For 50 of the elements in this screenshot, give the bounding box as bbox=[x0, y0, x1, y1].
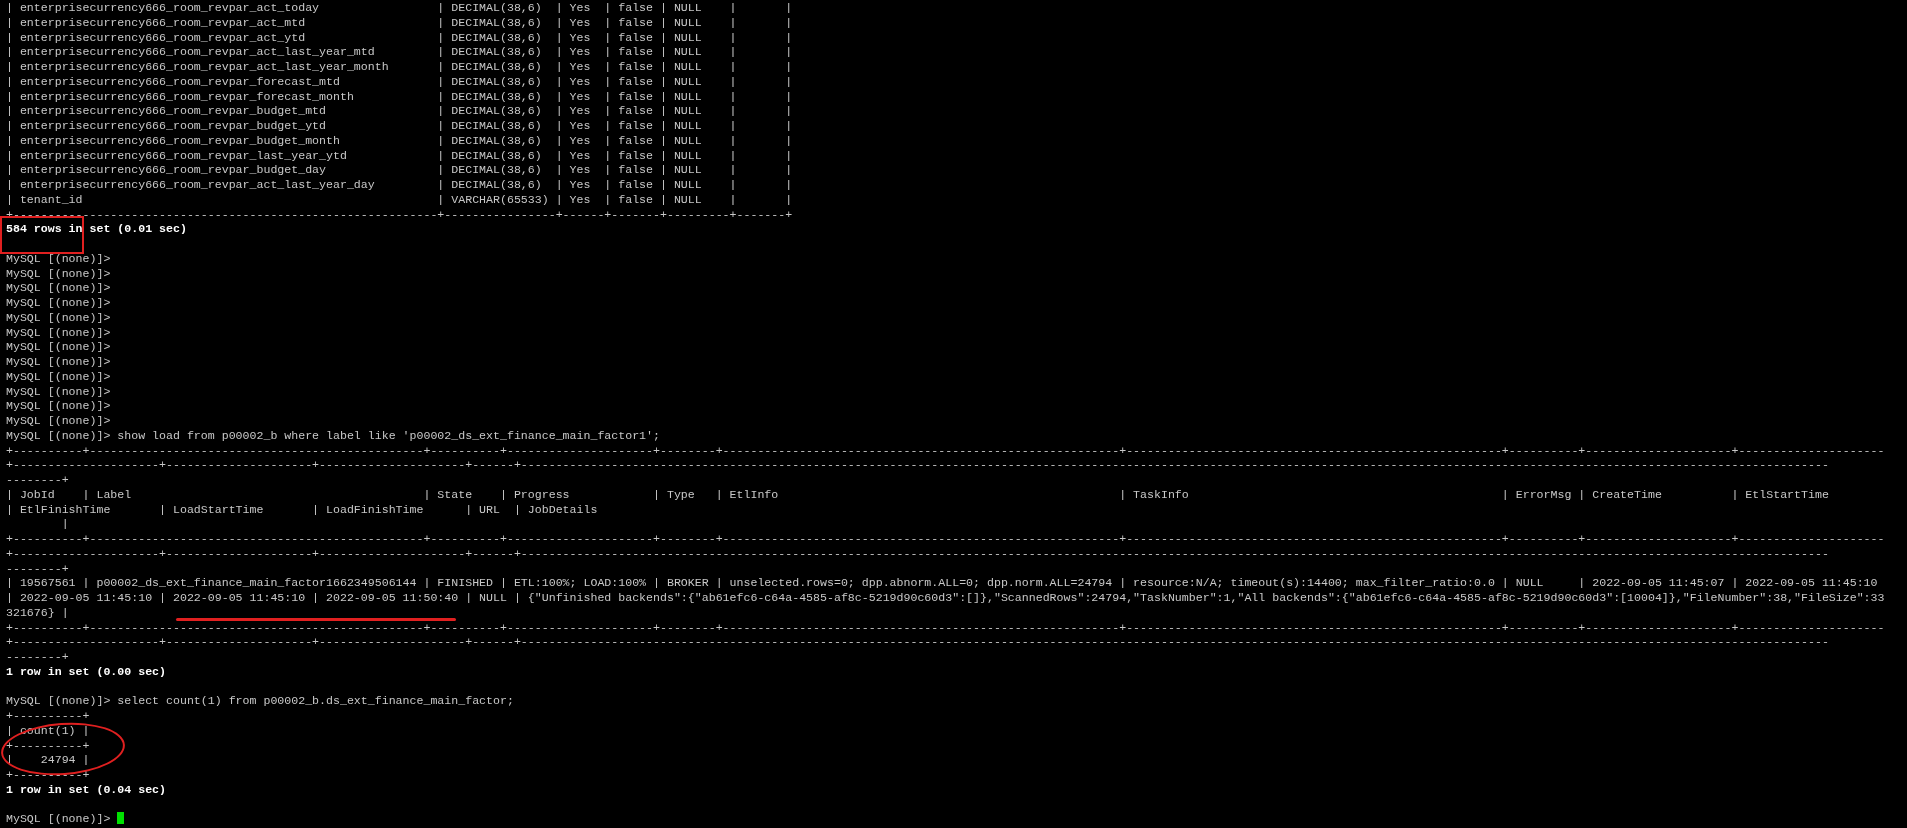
terminal-line: MySQL [(none)]> bbox=[6, 281, 111, 295]
terminal-line: | enterprisecurrency666_room_revpar_act_ytd | DECIMAL(38,6) | Yes | false | NULL | | bbox=[6, 30, 793, 44]
terminal-line: | bbox=[60, 517, 69, 531]
terminal-line: --------+ bbox=[6, 473, 69, 486]
terminal-line: | enterprisecurrency666_room_revpar_act_today | DECIMAL(38,6) | Yes | false | NULL | | bbox=[6, 1, 793, 14]
terminal-line: +---------------------+---------------------+---------------------+------+-------------------------------------------------------------------------------------------------------------------------------------------------------------------------------------------- bbox=[6, 635, 1829, 649]
terminal-line: | enterprisecurrency666_room_revpar_act_last_year_month | DECIMAL(38,6) | Yes | false | NULL | | bbox=[6, 60, 793, 73]
terminal-line: | JobId | Label | State | Progress | Type | EtlInfo | TaskInfo | ErrorMsg | CreateTime | EtlStartTime bbox=[6, 487, 1829, 501]
terminal-line: MySQL [(none)]> select count(1) from p00002_b.ds_ext_finance_main_factor; bbox=[6, 694, 514, 708]
terminal-line: | enterprisecurrency666_room_revpar_act_last_year_mtd | DECIMAL(38,6) | Yes | false | NULL | | bbox=[6, 45, 793, 59]
terminal-line: MySQL [(none)]> bbox=[6, 414, 111, 427]
terminal-line: MySQL [(none)]> bbox=[6, 355, 111, 368]
terminal-line: +----------+ bbox=[6, 738, 90, 752]
terminal-line: 1 row in set (0.04 sec) bbox=[6, 782, 167, 796]
terminal-line: MySQL [(none)]> bbox=[6, 325, 111, 339]
terminal-line: | enterprisecurrency666_room_revpar_forecast_mtd | DECIMAL(38,6) | Yes | false | NULL | | bbox=[6, 74, 793, 88]
terminal-line: MySQL [(none)]> bbox=[6, 399, 111, 413]
terminal-line: +----------+ bbox=[6, 709, 90, 722]
terminal-line: | 19567561 | p00002_ds_ext_finance_main_factor1662349506144 | FINISHED | ETL:100%; LOAD:100% | BROKER | unselected.rows=0; dpp.abnorm.ALL=0; dpp.norm.ALL=24794 | resource:N/A; timeout(s):14400; max_filter_ratio:0.0 | NULL | 2022-09-05 11:45:07 | 2022-09-05 11:45:10 bbox=[6, 576, 1878, 590]
terminal-line: | enterprisecurrency666_room_revpar_budget_ytd | DECIMAL(38,6) | Yes | false | NULL | | bbox=[6, 119, 793, 132]
terminal-line: +----------+------------------------------------------------+----------+---------------------+--------+---------------------------------------------------------+------------------------------------------------------+----------+---------------------+--------------------- bbox=[6, 532, 1885, 545]
terminal-line: MySQL [(none)]> bbox=[6, 266, 111, 280]
terminal-line: | EtlFinishTime | LoadStartTime | LoadFinishTime | URL | JobDetails bbox=[6, 502, 598, 516]
terminal-line: | enterprisecurrency666_room_revpar_act_mtd | DECIMAL(38,6) | Yes | false | NULL | | bbox=[6, 15, 793, 29]
terminal-line: MySQL [(none)]> bbox=[6, 310, 111, 324]
terminal-line: | enterprisecurrency666_room_revpar_forecast_month | DECIMAL(38,6) | Yes | false | NULL | | bbox=[6, 89, 793, 103]
terminal-line: | enterprisecurrency666_room_revpar_last_year_ytd | DECIMAL(38,6) | Yes | false | NULL | | bbox=[6, 148, 793, 162]
terminal-line: MySQL [(none)]> bbox=[6, 340, 111, 354]
terminal-line: +-------------------------------------------------------------+----------------+------+-------+---------+-------+ bbox=[6, 207, 793, 221]
terminal-line: +----------+------------------------------------------------+----------+---------------------+--------+---------------------------------------------------------+------------------------------------------------------+----------+---------------------+--------------------- bbox=[6, 620, 1885, 634]
terminal-line: +----------+------------------------------------------------+----------+---------------------+--------+---------------------------------------------------------+------------------------------------------------------+----------+---------------------+--------------------- bbox=[6, 443, 1885, 457]
terminal-line: | enterprisecurrency666_room_revpar_budget_month | DECIMAL(38,6) | Yes | false | NULL | | bbox=[6, 133, 793, 147]
terminal-line: | enterprisecurrency666_room_revpar_budget_day | DECIMAL(38,6) | Yes | false | NULL | | bbox=[6, 163, 793, 177]
terminal-line: | 2022-09-05 11:45:10 | 2022-09-05 11:45:10 | 2022-09-05 11:50:40 | NULL | {"Unfinished backends":{"ab61efc6-c64a-4585-af8c-5219d90c60d3":[]},"ScannedRows":24794,"TaskNumber":1,"All backends":{"ab61efc6-c64a-4585-af8c-5219d90c60d3":[10004]},"FileNumber":38,"FileSize":33 bbox=[6, 591, 1885, 604]
terminal-line: 584 rows in set (0.01 sec) bbox=[6, 222, 187, 236]
terminal-line: 321676} | bbox=[6, 605, 69, 619]
terminal-line: +---------------------+---------------------+---------------------+------+-------------------------------------------------------------------------------------------------------------------------------------------------------------------------------------------- bbox=[6, 458, 1829, 472]
terminal-line: --------+ bbox=[6, 650, 69, 663]
terminal-line: 1 row in set (0.00 sec) bbox=[6, 664, 167, 678]
terminal-line: | enterprisecurrency666_room_revpar_act_last_year_day | DECIMAL(38,6) | Yes | false | NULL | | bbox=[6, 178, 793, 191]
terminal-line: | enterprisecurrency666_room_revpar_budget_mtd | DECIMAL(38,6) | Yes | false | NULL | | bbox=[6, 104, 793, 118]
terminal-line: MySQL [(none)]> show load from p00002_b where label like 'p00002_ds_ext_finance_main_factor1'; bbox=[6, 428, 660, 442]
terminal-line: MySQL [(none)]> bbox=[6, 369, 111, 383]
terminal-line: MySQL [(none)]> bbox=[6, 296, 111, 309]
terminal-line: MySQL [(none)]> bbox=[6, 812, 111, 826]
terminal-line: +---------------------+---------------------+---------------------+------+-------------------------------------------------------------------------------------------------------------------------------------------------------------------------------------------- bbox=[6, 546, 1829, 560]
terminal-line: | tenant_id | VARCHAR(65533) | Yes | false | NULL | | bbox=[6, 192, 793, 206]
terminal-line: MySQL [(none)]> bbox=[6, 384, 111, 398]
terminal-line: MySQL [(none)]> bbox=[6, 251, 111, 265]
terminal-line: --------+ bbox=[6, 561, 69, 575]
